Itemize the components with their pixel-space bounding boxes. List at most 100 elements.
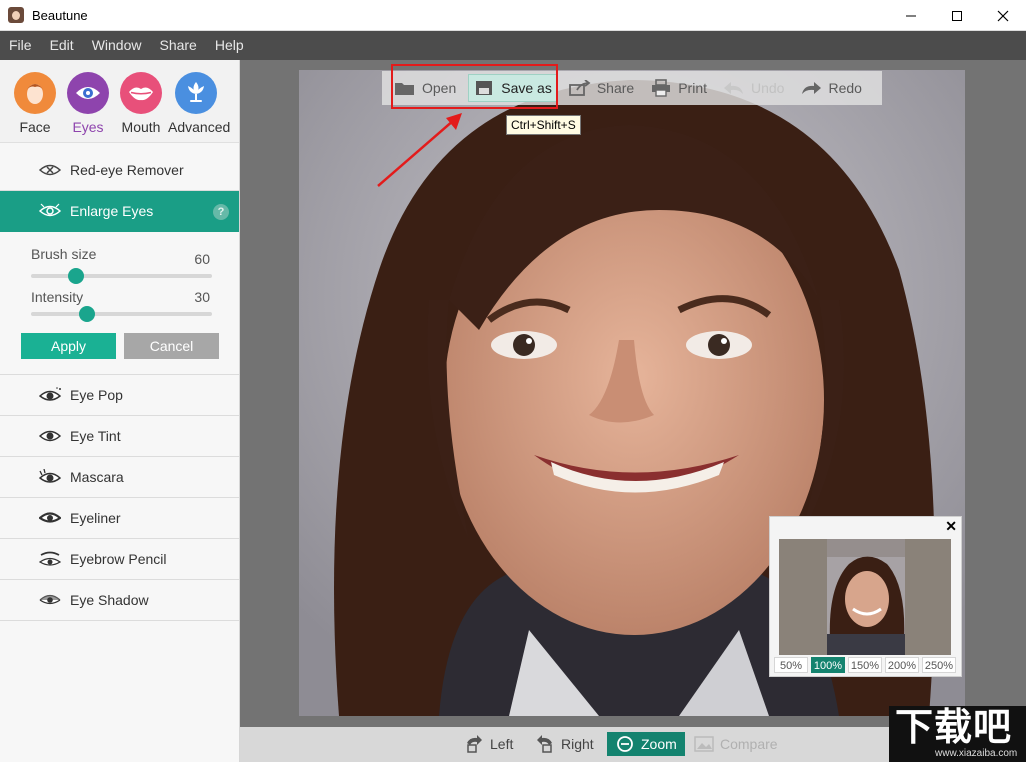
help-icon[interactable]: ? xyxy=(213,204,229,220)
redo-button[interactable]: Redo xyxy=(796,74,865,102)
intensity-value: 30 xyxy=(194,289,210,305)
menu-bar: File Edit Window Share Help xyxy=(0,31,1026,60)
menu-edit[interactable]: Edit xyxy=(41,31,83,60)
rotate-right-button[interactable]: Right xyxy=(535,732,594,756)
zoom-options: 50% 100% 150% 200% 250% xyxy=(774,657,959,673)
navigator-panel: ✕ 50% 100% 150% 200% 250% xyxy=(769,516,962,677)
redo-icon xyxy=(800,79,822,97)
eyeliner-icon xyxy=(39,510,61,526)
category-mouth-label: Mouth xyxy=(121,119,161,135)
enlarge-eyes-panel: Brush size 60 Intensity 30 Apply Cancel xyxy=(0,232,239,375)
zoom-200[interactable]: 200% xyxy=(885,657,919,673)
tool-red-eye-label: Red-eye Remover xyxy=(70,162,184,178)
tool-eye-pop-label: Eye Pop xyxy=(70,387,123,403)
title-bar: Beautune xyxy=(0,0,1026,31)
undo-icon xyxy=(723,79,745,97)
tool-eye-shadow[interactable]: Eye Shadow xyxy=(0,580,239,621)
tool-mascara-label: Mascara xyxy=(70,469,124,485)
redo-label: Redo xyxy=(828,80,862,96)
close-button[interactable] xyxy=(980,0,1026,31)
menu-share[interactable]: Share xyxy=(150,31,205,60)
open-button[interactable]: Open xyxy=(390,74,460,102)
tool-eye-tint[interactable]: Eye Tint xyxy=(0,416,239,457)
close-icon xyxy=(997,10,1009,21)
category-tabs: Face Eyes Mouth Advanced xyxy=(0,60,239,143)
brush-size-value: 60 xyxy=(194,251,210,267)
save-icon xyxy=(473,79,495,97)
zoom-button[interactable]: Zoom xyxy=(607,732,685,756)
tool-eyebrow-pencil-label: Eyebrow Pencil xyxy=(70,551,167,567)
tool-eyeliner[interactable]: Eyeliner xyxy=(0,498,239,539)
annotation-arrow xyxy=(377,113,462,187)
maximize-button[interactable] xyxy=(934,0,980,31)
zoom-50[interactable]: 50% xyxy=(774,657,808,673)
rotate-left-label: Left xyxy=(490,736,514,752)
menu-help[interactable]: Help xyxy=(206,31,253,60)
tool-enlarge-eyes-label: Enlarge Eyes xyxy=(70,203,154,219)
compare-label: Compare xyxy=(720,736,778,752)
share-label: Share xyxy=(596,80,635,96)
category-mouth[interactable]: Mouth xyxy=(113,72,169,135)
intensity-slider-handle[interactable] xyxy=(79,306,96,322)
watermark-url: www.xiazaiba.com xyxy=(935,748,1018,759)
eye-pop-icon xyxy=(39,387,61,403)
face-icon xyxy=(14,72,56,114)
category-advanced-label: Advanced xyxy=(168,119,231,135)
eye-shadow-icon xyxy=(39,592,61,608)
brush-size-slider[interactable] xyxy=(31,268,212,284)
image-toolbar: Open Save as Share Print Undo Redo xyxy=(382,71,882,105)
minimize-button[interactable] xyxy=(888,0,934,31)
zoom-100[interactable]: 100% xyxy=(811,657,845,673)
save-as-tooltip: Ctrl+Shift+S xyxy=(506,115,581,135)
brush-size-label: Brush size xyxy=(31,246,97,262)
zoom-out-icon xyxy=(615,735,635,753)
eye-icon xyxy=(67,72,109,114)
undo-button[interactable]: Undo xyxy=(719,74,788,102)
enlarge-eye-icon xyxy=(39,203,61,219)
eyebrow-pencil-icon xyxy=(39,551,61,567)
rotate-left-icon xyxy=(464,735,484,753)
category-eyes[interactable]: Eyes xyxy=(60,72,116,135)
rotate-left-button[interactable]: Left xyxy=(464,732,513,756)
mascara-icon xyxy=(39,469,61,485)
zoom-250[interactable]: 250% xyxy=(922,657,956,673)
zoom-150[interactable]: 150% xyxy=(848,657,882,673)
cancel-button[interactable]: Cancel xyxy=(124,333,219,359)
tool-mascara[interactable]: Mascara xyxy=(0,457,239,498)
tool-enlarge-eyes[interactable]: Enlarge Eyes ? xyxy=(0,191,239,232)
save-as-label: Save as xyxy=(501,80,552,96)
navigator-thumbnail[interactable] xyxy=(779,539,951,655)
apply-button[interactable]: Apply xyxy=(21,333,116,359)
lips-icon xyxy=(120,72,162,114)
tool-eye-tint-label: Eye Tint xyxy=(70,428,121,444)
minimize-icon xyxy=(906,15,916,16)
printer-icon xyxy=(650,79,672,97)
intensity-slider[interactable] xyxy=(31,306,212,322)
tool-eyebrow-pencil[interactable]: Eyebrow Pencil xyxy=(0,539,239,580)
print-button[interactable]: Print xyxy=(646,74,711,102)
site-watermark: 下载吧 www.xiazaiba.com xyxy=(889,706,1026,762)
folder-icon xyxy=(394,79,416,97)
category-face[interactable]: Face xyxy=(7,72,63,135)
menu-window[interactable]: Window xyxy=(83,31,151,60)
window-title: Beautune xyxy=(32,8,88,23)
brush-size-slider-handle[interactable] xyxy=(68,268,85,284)
red-eye-icon xyxy=(39,162,61,178)
category-advanced[interactable]: Advanced xyxy=(168,72,231,135)
undo-label: Undo xyxy=(751,80,785,96)
compare-button[interactable]: Compare xyxy=(694,732,778,756)
maximize-icon xyxy=(952,10,962,21)
menu-file[interactable]: File xyxy=(0,31,41,60)
rotate-right-label: Right xyxy=(561,736,594,752)
navigator-close-icon[interactable]: ✕ xyxy=(945,518,957,535)
category-face-label: Face xyxy=(19,119,51,135)
zoom-label: Zoom xyxy=(641,736,677,752)
share-button[interactable]: Share xyxy=(565,74,638,102)
sidebar: Face Eyes Mouth Advanced Red-eye Remover xyxy=(0,60,240,762)
watermark-logo: 下载吧 xyxy=(895,707,1013,749)
tool-red-eye-remover[interactable]: Red-eye Remover xyxy=(0,150,239,191)
open-label: Open xyxy=(422,80,457,96)
tool-eye-pop[interactable]: Eye Pop xyxy=(0,375,239,416)
save-as-button[interactable]: Save as xyxy=(468,74,557,102)
rotate-right-icon xyxy=(535,735,555,753)
